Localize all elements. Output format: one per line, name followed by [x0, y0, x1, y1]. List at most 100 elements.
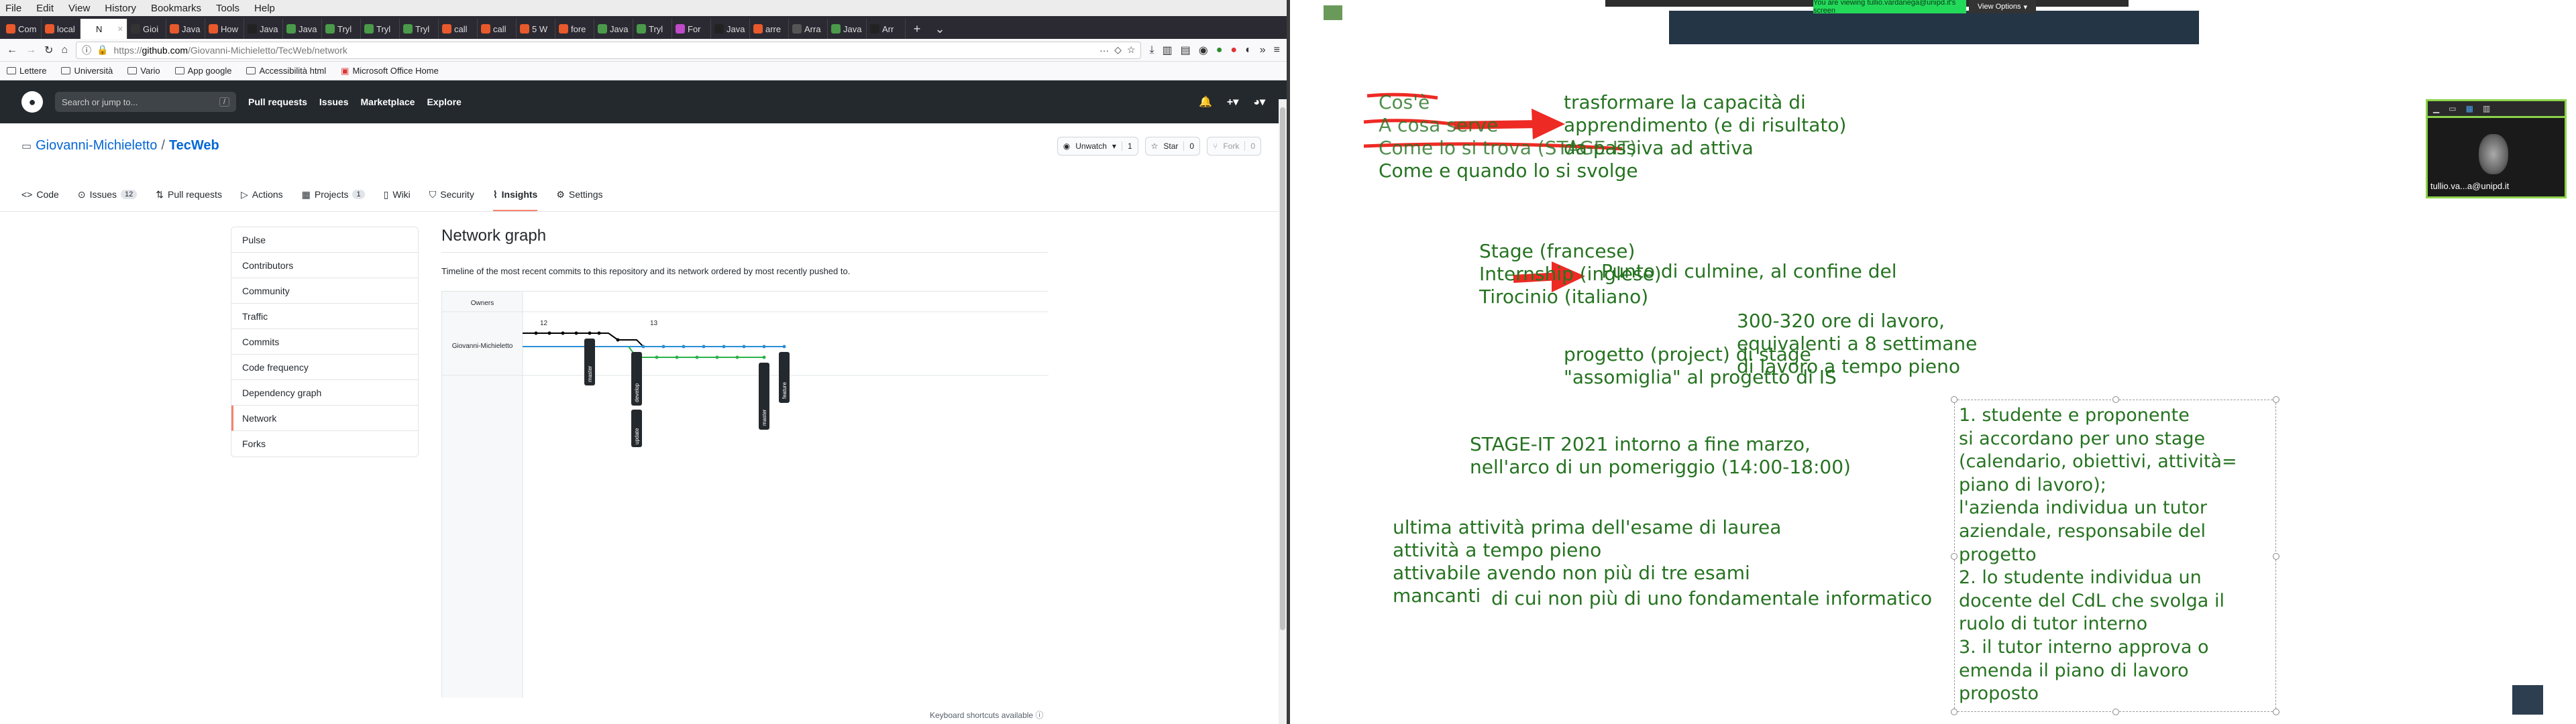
- branch-tag[interactable]: master: [584, 339, 595, 385]
- reload-icon[interactable]: ↻: [44, 44, 53, 57]
- page-actions-icon[interactable]: ···: [1099, 45, 1109, 56]
- commit-dot[interactable]: [675, 355, 679, 359]
- plus-dropdown-icon[interactable]: +▾: [1227, 95, 1238, 109]
- branch-tag[interactable]: feature: [779, 352, 790, 403]
- menu-view[interactable]: View: [68, 3, 90, 14]
- tab-projects[interactable]: ▦ Projects 1: [302, 179, 365, 211]
- tab-code[interactable]: <> Code: [21, 179, 59, 211]
- nav-marketplace[interactable]: Marketplace: [361, 97, 415, 107]
- sidebar-icon[interactable]: ▤: [1181, 44, 1191, 57]
- branch-tag[interactable]: master: [759, 363, 769, 430]
- browser-tab[interactable]: Java: [828, 19, 867, 39]
- extension-icon[interactable]: ●: [1216, 44, 1223, 56]
- nav-issues[interactable]: Issues: [319, 97, 349, 107]
- browser-tab[interactable]: Java: [283, 19, 322, 39]
- notification-bell-icon[interactable]: 🔔: [1199, 95, 1212, 109]
- tab-actions[interactable]: ▷ Actions: [241, 179, 283, 211]
- commit-dot[interactable]: [782, 345, 786, 349]
- sidebar-item-community[interactable]: Community: [231, 278, 418, 304]
- commit-dot[interactable]: [762, 345, 766, 349]
- menu-edit[interactable]: Edit: [36, 3, 54, 14]
- commit-dot[interactable]: [534, 331, 538, 335]
- commit-dot[interactable]: [722, 345, 726, 349]
- tab-list-icon[interactable]: ⌄: [928, 19, 951, 39]
- tab-insights[interactable]: ⌇ Insights: [492, 179, 538, 211]
- unwatch-button[interactable]: ◉ Unwatch ▾ 1: [1057, 137, 1138, 156]
- overflow-icon[interactable]: »: [1260, 44, 1266, 56]
- browser-tab[interactable]: Tryl: [361, 19, 400, 39]
- gallery-view-icon[interactable]: ▦: [2466, 104, 2473, 113]
- browser-tab[interactable]: Com: [3, 19, 42, 39]
- commit-dot[interactable]: [597, 331, 601, 335]
- browser-tab[interactable]: Java: [166, 19, 205, 39]
- close-tab-icon[interactable]: ✕: [117, 25, 123, 34]
- commit-dot[interactable]: [561, 331, 565, 335]
- whiteboard-text[interactable]: 1. studente e proponente si accordano pe…: [1959, 404, 2237, 706]
- sidebar-item-pulse[interactable]: Pulse: [231, 227, 418, 253]
- avatar[interactable]: ◕▾: [1253, 95, 1265, 109]
- resize-handle[interactable]: [2112, 709, 2119, 715]
- extension-icon[interactable]: ◐: [1245, 44, 1252, 56]
- bookmark-folder[interactable]: App google: [174, 66, 231, 76]
- repo-name-link[interactable]: TecWeb: [169, 138, 219, 154]
- menu-history[interactable]: History: [105, 3, 136, 14]
- sidebar-item-code-frequency[interactable]: Code frequency: [231, 355, 418, 380]
- bookmark-folder[interactable]: Accessibilità html: [246, 66, 326, 76]
- pocket-icon[interactable]: ◇: [1114, 44, 1122, 56]
- repo-owner-link[interactable]: Giovanni-Michieletto: [36, 138, 157, 154]
- commit-dot[interactable]: [702, 345, 706, 349]
- nav-pull-requests[interactable]: Pull requests: [248, 97, 307, 107]
- browser-tab[interactable]: Tryl: [633, 19, 672, 39]
- extension-icon[interactable]: ◉: [1199, 44, 1208, 57]
- forward-icon[interactable]: →: [25, 44, 36, 56]
- browser-tab[interactable]: N ✕: [80, 19, 127, 39]
- text-selection-box[interactable]: 1. studente e proponente si accordano pe…: [1951, 396, 2279, 715]
- commit-dot[interactable]: [742, 345, 746, 349]
- commit-dot[interactable]: [762, 355, 766, 359]
- scrollbar-thumb[interactable]: [1280, 107, 1285, 630]
- commit-dot[interactable]: [715, 355, 719, 359]
- browser-tab[interactable]: For: [672, 19, 711, 39]
- tab-issues[interactable]: ⊙ Issues 12: [78, 179, 138, 211]
- lock-icon[interactable]: 🔒: [97, 44, 108, 56]
- github-logo-icon[interactable]: ●: [21, 91, 43, 113]
- sidebar-item-forks[interactable]: Forks: [231, 431, 418, 457]
- browser-tab[interactable]: arre: [750, 19, 789, 39]
- commit-dot[interactable]: [588, 331, 592, 335]
- bookmark-star-icon[interactable]: ☆: [1127, 44, 1136, 56]
- commit-dot[interactable]: [735, 355, 739, 359]
- browser-tab[interactable]: local: [42, 19, 80, 39]
- browser-tab[interactable]: call: [439, 19, 478, 39]
- library-icon[interactable]: ▥: [1163, 44, 1173, 57]
- commit-dot[interactable]: [641, 345, 645, 349]
- branch-tag[interactable]: update: [631, 410, 642, 447]
- commit-dot[interactable]: [682, 345, 686, 349]
- browser-tab[interactable]: 5 W: [517, 19, 555, 39]
- search-input[interactable]: Search or jump to... /: [55, 92, 236, 112]
- branch-tag[interactable]: develop: [631, 352, 642, 406]
- browser-tab[interactable]: Tryl: [400, 19, 439, 39]
- network-graph[interactable]: Owners Giovanni-Michieletto 12 13 master…: [441, 291, 1049, 698]
- sidebar-item-commits[interactable]: Commits: [231, 329, 418, 355]
- home-icon[interactable]: ⌂: [61, 44, 68, 56]
- menu-bookmarks[interactable]: Bookmarks: [151, 3, 201, 14]
- menu-tools[interactable]: Tools: [216, 3, 239, 14]
- resize-handle[interactable]: [2273, 396, 2279, 403]
- fork-button[interactable]: ⑂ Fork 0: [1207, 137, 1261, 156]
- minimize-icon[interactable]: ▁: [2433, 104, 2439, 113]
- commit-dot[interactable]: [695, 355, 699, 359]
- split-view-icon[interactable]: ▥: [2483, 104, 2490, 113]
- sidebar-item-traffic[interactable]: Traffic: [231, 304, 418, 329]
- resize-handle[interactable]: [1951, 553, 1957, 560]
- tab-wiki[interactable]: ▯ Wiki: [384, 179, 411, 211]
- url-bar[interactable]: ⓘ 🔒 https://github.com/Giovanni-Michiele…: [76, 41, 1142, 59]
- resize-handle[interactable]: [1951, 709, 1957, 715]
- browser-tab[interactable]: Tryl: [322, 19, 361, 39]
- star-button[interactable]: ☆ Star 0: [1144, 137, 1201, 156]
- hamburger-menu-icon[interactable]: ≡: [1274, 44, 1280, 56]
- browser-tab[interactable]: fore: [555, 19, 594, 39]
- resize-handle[interactable]: [1951, 396, 1957, 403]
- bookmark-link[interactable]: ▣ Microsoft Office Home: [341, 66, 439, 76]
- back-icon[interactable]: ←: [7, 44, 17, 56]
- commit-dot[interactable]: [574, 331, 578, 335]
